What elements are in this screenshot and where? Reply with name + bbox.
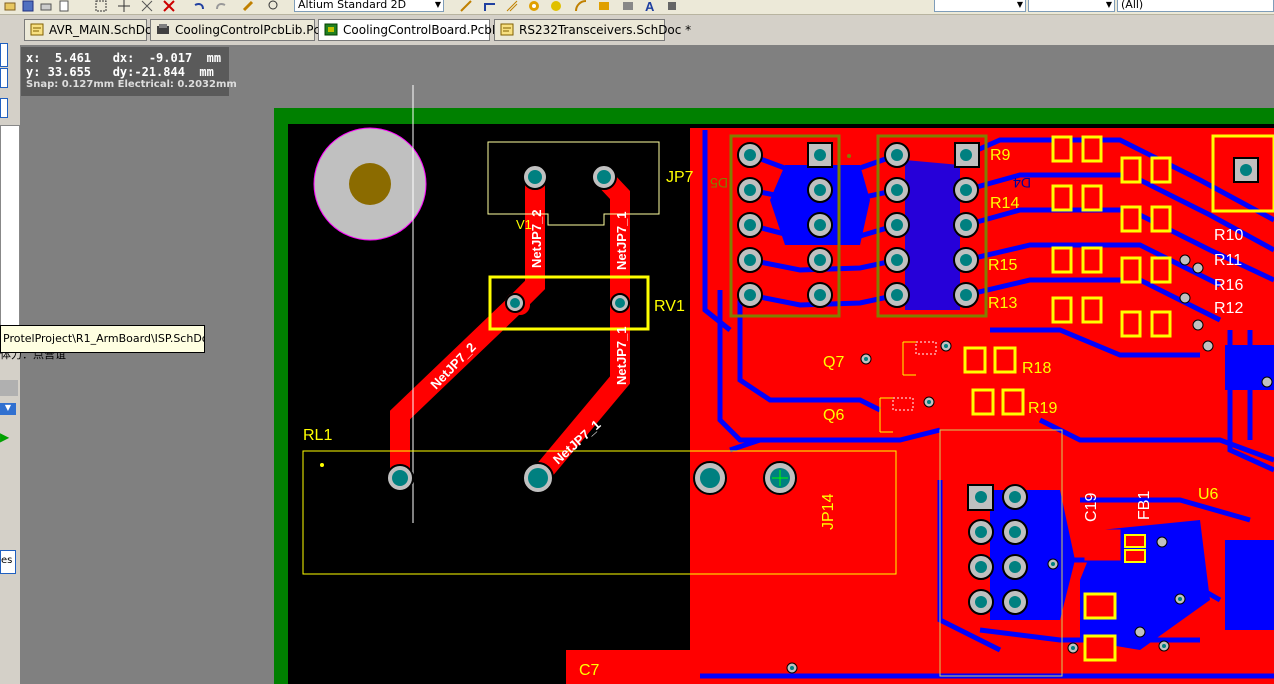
designator-r14: R14 (990, 195, 1019, 212)
designator-r11: R11 (1214, 252, 1242, 269)
designator-r19: R19 (1028, 400, 1057, 417)
designator-d5: D5 (710, 175, 728, 191)
designator-c7: C7 (579, 662, 600, 679)
file-path-tooltip: ProtelProject\R1_ArmBoard\ISP.SchDoc (0, 325, 205, 353)
designator-r13: R13 (988, 295, 1017, 312)
designator-c19: C19 (1083, 493, 1100, 522)
pin1-marker (320, 463, 324, 467)
designator-d4: D4 (1013, 175, 1031, 191)
mounting-hole (313, 127, 427, 241)
designator-jp14: JP14 (820, 493, 837, 530)
designator-q7: Q7 (823, 354, 844, 371)
designator-r9: R9 (990, 147, 1011, 164)
designator-jp7: JP7 (666, 169, 694, 186)
designator-r15: R15 (988, 257, 1017, 274)
snap-info: Snap: 0.127mm Electrical: 0.2032mm (26, 79, 237, 90)
designator-rv1: RV1 (654, 298, 685, 315)
net-label-jp7-1-vert: NetJP7_1 (614, 326, 629, 385)
designator-q6: Q6 (823, 407, 844, 424)
coord-y-line: y: 33.655 dy:-21.844 mm (26, 65, 214, 79)
coordinate-readout: x: 5.461 dx: -9.017 mm y: 33.655 dy:-21.… (21, 47, 237, 96)
designator-r18: R18 (1022, 360, 1051, 377)
designator-r16: R16 (1214, 277, 1243, 294)
net-label-jp7-1-upper: NetJP7_1 (614, 211, 629, 270)
designator-u6: U6 (1198, 486, 1219, 503)
designator-fb1: FB1 (1136, 491, 1153, 520)
designator-rl1: RL1 (303, 427, 332, 444)
coord-x-line: x: 5.461 dx: -9.017 mm (26, 51, 222, 65)
designator-v1: V1 (516, 217, 532, 232)
d5-marker (847, 154, 851, 158)
designator-r10: R10 (1214, 227, 1243, 244)
designator-r12: R12 (1214, 300, 1243, 317)
tooltip-path: ProtelProject\R1_ArmBoard\ISP.SchDoc (3, 332, 205, 345)
